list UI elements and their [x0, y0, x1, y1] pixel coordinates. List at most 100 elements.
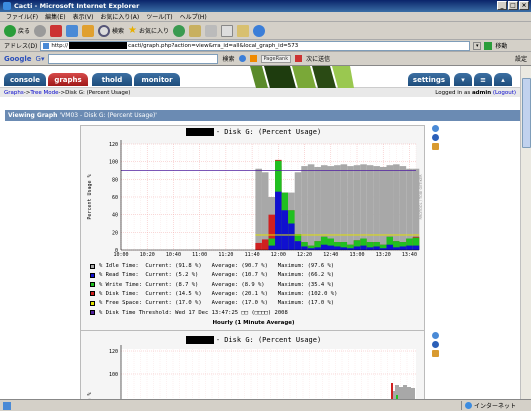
- breadcrumb-graphs[interactable]: Graphs: [4, 90, 24, 96]
- percent-usage-chart[interactable]: 02040608010012010:00 10:20 10:40 11:00 11:20…: [81, 138, 426, 256]
- scrollbar-thumb[interactable]: [522, 78, 531, 148]
- breadcrumb-current: Disk G: (Percent Usage): [65, 89, 131, 96]
- favorites-button[interactable]: ★ お気に入り: [128, 25, 169, 36]
- idle-time-area: [314, 166, 321, 250]
- legend-row: % Free Space: Current: (17.0 %) Average:…: [90, 300, 334, 306]
- home-button[interactable]: [82, 24, 95, 37]
- stop-button[interactable]: [50, 24, 63, 37]
- globe-icon[interactable]: [238, 55, 246, 62]
- address-dropdown-icon[interactable]: ▾: [473, 41, 482, 50]
- read-time-area: [288, 223, 295, 250]
- preview-view-button[interactable]: ▴: [494, 73, 512, 86]
- tab-settings[interactable]: settings: [408, 73, 450, 86]
- maximize-button[interactable]: □: [508, 1, 518, 10]
- read-time-area: [366, 247, 374, 250]
- google-search-input[interactable]: [48, 53, 219, 64]
- redacted-host: [69, 42, 128, 49]
- menu-help[interactable]: ヘルプ(H): [180, 12, 207, 21]
- legend-swatch: [90, 272, 95, 278]
- menu-edit[interactable]: 編集(E): [45, 12, 65, 21]
- read-time-area: [334, 246, 341, 250]
- print-button[interactable]: [205, 24, 218, 37]
- tab-thold[interactable]: thold: [92, 73, 132, 86]
- rss-icon[interactable]: [249, 55, 257, 62]
- zone-indicator: インターネット: [461, 401, 531, 410]
- list-view-button[interactable]: ≡: [474, 73, 492, 86]
- search-icon: [98, 24, 111, 37]
- close-button[interactable]: ×: [519, 1, 529, 10]
- properties-icon[interactable]: [432, 350, 439, 357]
- free-space-line: [281, 234, 289, 236]
- disk-time-area: [261, 239, 269, 250]
- legend-swatch: [90, 291, 95, 297]
- y-tick-label: 60: [112, 195, 118, 201]
- status-bar: インターネット: [0, 399, 531, 411]
- pagerank-button[interactable]: PageRank: [260, 54, 292, 63]
- read-time-area: [314, 247, 321, 250]
- breadcrumb-tree-mode[interactable]: Tree Mode: [30, 90, 58, 96]
- next-send-button[interactable]: 次に送信: [306, 54, 330, 63]
- tab-console[interactable]: console: [4, 73, 46, 86]
- disk-time-area: [391, 383, 393, 399]
- tab-monitor[interactable]: monitor: [134, 73, 180, 86]
- csv-export-icon[interactable]: [432, 134, 439, 141]
- edit-icon: [221, 24, 234, 37]
- idle-time-area: [379, 166, 387, 250]
- legend-values: Current: (17.0 %) Average: (17.0 %) Maxi…: [142, 300, 335, 307]
- csv-export-icon[interactable]: [432, 341, 439, 348]
- discuss-icon: [237, 24, 250, 37]
- address-label: アドレス(D): [4, 43, 38, 50]
- search-button[interactable]: 検索: [98, 24, 124, 37]
- legend-values: Current: (91.8 %) Average: (90.7 %) Maxi…: [142, 263, 335, 269]
- mail-button[interactable]: [189, 24, 202, 37]
- legend-swatch: [90, 300, 95, 306]
- y-tick-label: 120: [109, 349, 118, 355]
- idle-time-area: [327, 166, 335, 250]
- address-input[interactable]: http://cacti/graph.php?action=view&rra_i…: [40, 40, 471, 51]
- legend-swatch: [90, 282, 95, 288]
- cacti-nav: console graphs thold monitor settings ▾ …: [0, 66, 520, 88]
- edit-button[interactable]: [221, 24, 234, 37]
- read-time-area: [294, 241, 302, 250]
- idle-time-area: [334, 165, 341, 250]
- y-tick-label: 100: [109, 372, 118, 378]
- menu-view[interactable]: 表示(V): [73, 12, 94, 21]
- menu-file[interactable]: ファイル(F): [6, 12, 38, 21]
- menu-tools[interactable]: ツール(T): [146, 12, 172, 21]
- x-tick-label: 11:20: [218, 252, 233, 256]
- read-time-area: [393, 247, 400, 250]
- login-status: Logged in as admin (Logout): [435, 89, 516, 96]
- menu-favorites[interactable]: お気に入り(A): [100, 12, 139, 21]
- idle-time-area: [399, 166, 407, 250]
- tree-view-button[interactable]: ▾: [454, 73, 472, 86]
- go-icon[interactable]: [484, 41, 493, 50]
- legend-row: % Idle Time: Current: (91.8 %) Average: …: [90, 263, 334, 269]
- legend-values: Current: (8.7 %) Average: (8.9 %) Maximu…: [142, 281, 335, 288]
- window-titlebar: Cacti - Microsoft Internet Explorer _ □ …: [0, 0, 531, 12]
- messenger-button[interactable]: [253, 24, 266, 37]
- logout-link[interactable]: (Logout): [493, 90, 516, 96]
- history-button[interactable]: [173, 24, 186, 37]
- go-button[interactable]: 移動: [495, 41, 507, 50]
- free-space-line: [379, 234, 387, 236]
- read-time-area: [373, 246, 380, 250]
- legend-row: % Read Time: Current: (5.2 %) Average: (…: [90, 272, 334, 278]
- legend-row: % Write Time: Current: (8.7 %) Average: …: [90, 282, 334, 288]
- percent-usage-chart-2[interactable]: 120100Usage %: [81, 343, 426, 399]
- zoom-icon[interactable]: [432, 125, 439, 132]
- refresh-button[interactable]: [66, 24, 79, 37]
- google-search-button[interactable]: 検索: [222, 54, 234, 63]
- properties-icon[interactable]: [432, 143, 439, 150]
- vertical-scrollbar[interactable]: [520, 66, 531, 399]
- refresh-icon: [66, 24, 79, 37]
- discuss-button[interactable]: [237, 24, 250, 37]
- read-time-area: [353, 246, 361, 250]
- zoom-icon[interactable]: [432, 332, 439, 339]
- free-space-line: [360, 234, 367, 236]
- tab-graphs[interactable]: graphs: [48, 73, 88, 86]
- back-button[interactable]: 戻る: [4, 24, 30, 37]
- minimize-button[interactable]: _: [497, 1, 507, 10]
- home-icon: [82, 24, 95, 37]
- settings-button[interactable]: 設定: [515, 54, 527, 63]
- forward-button[interactable]: [34, 24, 47, 37]
